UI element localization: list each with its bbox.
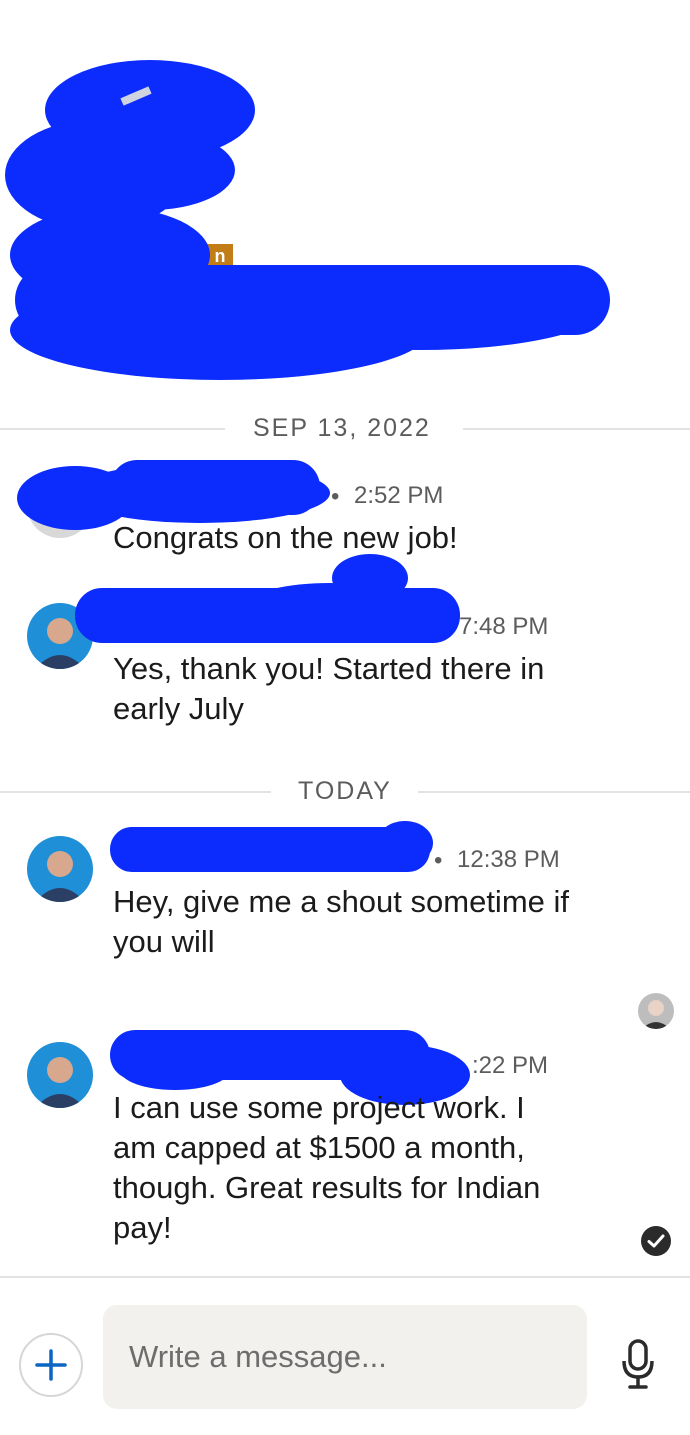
seen-avatar[interactable] bbox=[638, 993, 674, 1029]
message-line: pay! bbox=[113, 1210, 172, 1245]
separator-dot: • bbox=[331, 483, 340, 510]
message-line: early July bbox=[113, 691, 244, 726]
message-line: I can use some project work. I bbox=[113, 1090, 525, 1125]
message-time: :22 PM bbox=[472, 1052, 549, 1079]
message-time: 12:38 PM bbox=[457, 846, 560, 873]
microphone-icon[interactable] bbox=[618, 1335, 658, 1395]
message-text: Yes, thank you! Started there in early J… bbox=[113, 649, 633, 729]
message-text: I can use some project work. I am capped… bbox=[113, 1088, 633, 1248]
avatar-photo bbox=[642, 1000, 670, 1029]
check-circle-icon bbox=[641, 1226, 671, 1256]
avatar[interactable] bbox=[27, 1042, 93, 1108]
message-line: Hey, give me a shout sometime if bbox=[113, 884, 569, 919]
add-attachment-button[interactable] bbox=[19, 1333, 83, 1397]
message-composer bbox=[0, 1276, 690, 1435]
message-text: Hey, give me a shout sometime if you wil… bbox=[113, 882, 633, 962]
message-line: am capped at $1500 a month, bbox=[113, 1130, 525, 1165]
message-time: 2:52 PM bbox=[354, 482, 444, 509]
message-line: Yes, thank you! Started there in bbox=[113, 651, 545, 686]
message-input[interactable] bbox=[103, 1305, 587, 1409]
message-line: though. Great results for Indian bbox=[113, 1170, 541, 1205]
avatar-photo bbox=[35, 1057, 85, 1108]
plus-icon bbox=[35, 1349, 67, 1381]
date-divider: TODAY bbox=[0, 777, 690, 807]
date-divider-label: TODAY bbox=[298, 777, 392, 805]
message-time: 7:48 PM bbox=[459, 613, 549, 640]
message-line: you will bbox=[113, 924, 215, 959]
sender-name-redaction bbox=[75, 554, 460, 643]
avatar[interactable] bbox=[27, 836, 93, 902]
separator-dot: • bbox=[434, 847, 443, 874]
redaction-scribble bbox=[5, 60, 610, 380]
avatar-photo bbox=[35, 851, 85, 902]
sender-name-redaction bbox=[110, 821, 433, 872]
